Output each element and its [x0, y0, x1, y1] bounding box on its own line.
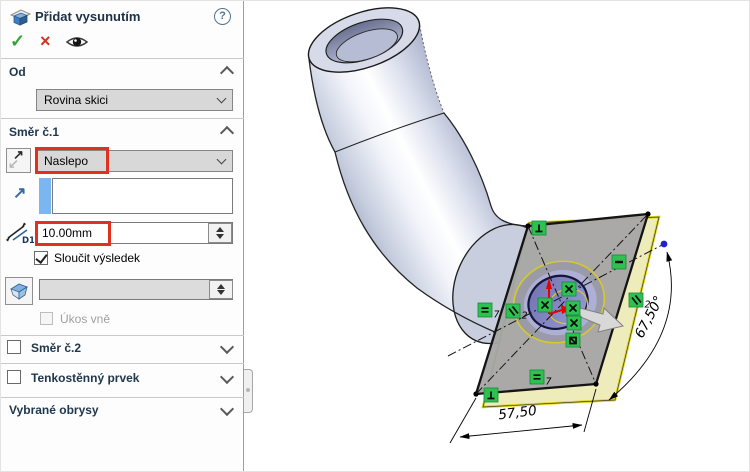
cancel-button[interactable]: × — [40, 31, 51, 52]
chevron-down-icon[interactable] — [219, 369, 235, 385]
end-condition-value: Naslepo — [44, 154, 89, 168]
draft-angle-input[interactable] — [39, 279, 233, 300]
constraint-badge-perpendicular[interactable] — [483, 387, 499, 403]
property-manager-panel: Přidat vysunutím ? ✓ × Od Rovina skici S… — [1, 1, 244, 471]
end-condition-dropdown[interactable]: Naslepo — [36, 150, 233, 172]
chevron-up-icon[interactable] — [219, 65, 235, 81]
divider — [1, 363, 244, 364]
constraint-badge-count: 7 — [546, 377, 552, 388]
merge-result-checkbox[interactable] — [34, 251, 48, 265]
direction-selection-box[interactable] — [52, 178, 233, 214]
dimension-line — [459, 422, 583, 440]
contours-section-label: Vybrané obrysy — [9, 403, 99, 417]
dir1-section-label: Směr č.1 — [9, 125, 60, 139]
chevron-down-icon — [216, 154, 227, 165]
draft-button[interactable] — [5, 277, 33, 305]
extruded-boss-icon — [9, 9, 32, 26]
direction-arrow-icon: ↗ — [13, 185, 27, 202]
from-section-label: Od — [9, 65, 26, 79]
confirm-button[interactable]: ✓ — [10, 31, 25, 52]
constraint-badge-coincident[interactable] — [537, 297, 553, 313]
divider — [1, 335, 244, 336]
constraint-badge-coincident[interactable] — [565, 300, 581, 316]
d1-icon-label: D1 — [22, 236, 34, 244]
help-icon[interactable]: ? — [214, 8, 231, 25]
divider — [1, 397, 244, 398]
width-dimension-text[interactable]: 57,50 — [497, 403, 537, 424]
from-dropdown-value: Rovina skici — [44, 93, 109, 107]
chevron-down-icon[interactable] — [219, 401, 235, 417]
divider — [1, 118, 244, 119]
constraint-badge-count: 7 — [494, 310, 500, 321]
constraint-badge-pierce[interactable] — [565, 332, 581, 348]
thin-feature-checkbox[interactable] — [7, 370, 21, 384]
panel-title: Přidat vysunutím — [35, 9, 141, 24]
draft-outward-label: Úkos vně — [60, 312, 111, 326]
selection-color-bar — [39, 178, 51, 214]
depth-d1-icon: D1 — [6, 222, 34, 244]
depth-spinner[interactable] — [208, 223, 232, 243]
constraint-badge-perpendicular[interactable] — [531, 220, 547, 236]
arrow-down-left-icon: ↙ — [8, 156, 19, 171]
depth-input[interactable]: 10.00mm — [36, 222, 233, 244]
constraint-badge-coincident[interactable] — [561, 281, 577, 297]
graphics-area[interactable]: 57,50 67,50° 7722 — [244, 1, 750, 472]
constraint-badge-count: 2 — [522, 311, 528, 322]
preview-eye-icon[interactable] — [65, 34, 89, 50]
draft-outward-checkbox — [40, 312, 53, 325]
chevron-down-icon[interactable] — [219, 339, 235, 355]
depth-value: 10.00mm — [42, 226, 93, 240]
selected-sketch-point[interactable] — [660, 240, 668, 248]
reverse-direction-button[interactable]: ↗ ↙ — [6, 147, 31, 173]
draft-angle-spinner[interactable] — [209, 279, 233, 299]
dir2-checkbox[interactable] — [7, 340, 21, 354]
constraint-badge-horizontal[interactable] — [611, 254, 627, 270]
thin-section-label: Tenkostěnný prvek — [31, 371, 140, 385]
constraint-badge-count: 2 — [645, 300, 651, 311]
draft-icon — [10, 283, 28, 300]
chevron-down-icon — [216, 93, 227, 104]
from-dropdown[interactable]: Rovina skici — [36, 89, 233, 111]
divider — [1, 58, 244, 59]
solidworks-window: Přidat vysunutím ? ✓ × Od Rovina skici S… — [0, 0, 750, 472]
dir2-section-label: Směr č.2 — [31, 341, 82, 355]
merge-result-label: Sloučit výsledek — [54, 251, 141, 265]
constraint-badge-coincident[interactable] — [566, 315, 582, 331]
chevron-up-icon[interactable] — [219, 125, 235, 141]
